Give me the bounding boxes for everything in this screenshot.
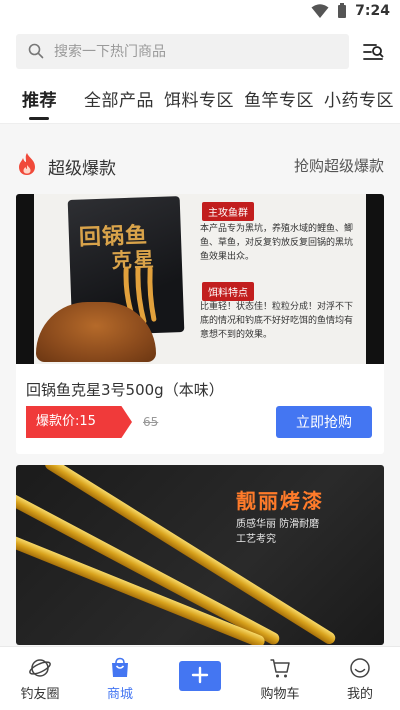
product-card[interactable]: 靓丽烤漆 质感华丽 防滑耐磨 工艺考究 bbox=[16, 465, 384, 645]
search-input[interactable] bbox=[54, 34, 339, 69]
section-header: 超级爆款 抢购超级爆款 bbox=[0, 144, 400, 184]
filter-search-icon[interactable] bbox=[362, 41, 384, 63]
fire-icon bbox=[19, 153, 35, 175]
rod-subtitle: 质感华丽 防滑耐磨 工艺考究 bbox=[236, 517, 319, 547]
info-tag: 主攻鱼群 bbox=[202, 202, 254, 221]
nav-label: 我的 bbox=[346, 687, 373, 702]
product-title[interactable]: 回锅鱼克星3号500g（本味） bbox=[26, 379, 224, 400]
rod-shape bbox=[16, 525, 267, 645]
search-box[interactable] bbox=[16, 34, 349, 69]
original-price: 65 bbox=[143, 415, 159, 429]
buy-now-button[interactable]: 立即抢购 bbox=[276, 406, 372, 438]
smiley-icon bbox=[350, 658, 370, 678]
tab-all-products[interactable]: 全部产品 bbox=[84, 86, 154, 111]
nav-item-profile[interactable]: 我的 bbox=[330, 647, 390, 710]
product-image-bg: 回锅鱼 克星 主攻鱼群 本产品专为黑坑，养殖水域的鲤鱼、鲫鱼、草鱼，对反复钓放反… bbox=[34, 194, 366, 364]
info-text: 本产品专为黑坑，养殖水域的鲤鱼、鲫鱼、草鱼，对反复钓放反复回锅的黑坑鱼效果出众。 bbox=[200, 224, 354, 262]
product-image[interactable]: 靓丽烤漆 质感华丽 防滑耐磨 工艺考究 bbox=[16, 465, 384, 645]
battery-icon bbox=[338, 3, 347, 18]
tab-additive-zone[interactable]: 小药专区 bbox=[324, 86, 394, 111]
product-image[interactable]: 回锅鱼 克星 主攻鱼群 本产品专为黑坑，养殖水域的鲤鱼、鲫鱼、草鱼，对反复钓放反… bbox=[16, 194, 384, 364]
planet-icon bbox=[29, 659, 51, 677]
info-text: 比重轻！状态佳！粒粒分成！对浮不下底的情况和钓底不好好吃饵的鱼情均有意想不到的效… bbox=[200, 302, 354, 340]
status-bar: 7:24 bbox=[0, 0, 400, 24]
section-more-link[interactable]: 抢购超级爆款 bbox=[294, 155, 384, 176]
nav-label: 钓友圈 bbox=[20, 687, 60, 702]
section-title: 超级爆款 bbox=[48, 159, 116, 179]
nav-item-cart[interactable]: 购物车 bbox=[250, 647, 310, 710]
bottom-nav: 钓友圈 商城 购物车 我的 bbox=[0, 646, 400, 710]
rod-slogan: 靓丽烤漆 bbox=[236, 489, 324, 513]
tab-bait-zone[interactable]: 饵料专区 bbox=[164, 86, 234, 111]
nav-item-mall[interactable]: 商城 bbox=[90, 647, 150, 710]
nav-label: 商城 bbox=[106, 687, 133, 702]
tab-rod-zone[interactable]: 鱼竿专区 bbox=[244, 86, 314, 111]
tab-indicator bbox=[29, 117, 49, 120]
plus-icon bbox=[191, 666, 209, 683]
search-icon bbox=[28, 43, 44, 59]
status-time: 7:24 bbox=[355, 3, 390, 19]
cart-icon bbox=[270, 659, 290, 678]
search-row bbox=[0, 34, 400, 70]
info-tag: 饵料特点 bbox=[202, 282, 254, 301]
rod-subtitle-line: 工艺考究 bbox=[236, 534, 276, 545]
shopping-bag-icon bbox=[112, 657, 128, 677]
add-post-button[interactable] bbox=[179, 661, 221, 691]
category-tabs: 推荐 全部产品 饵料专区 鱼竿专区 小药专区 bbox=[0, 86, 400, 122]
product-card[interactable]: 回锅鱼 克星 主攻鱼群 本产品专为黑坑，养殖水域的鲤鱼、鲫鱼、草鱼，对反复钓放反… bbox=[16, 194, 384, 454]
status-icons: 7:24 bbox=[311, 3, 390, 19]
price-tag: 爆款价:15 bbox=[26, 406, 132, 438]
tab-recommend[interactable]: 推荐 bbox=[22, 86, 57, 111]
nav-label: 购物车 bbox=[260, 687, 300, 702]
rod-subtitle-line: 质感华丽 防滑耐磨 bbox=[236, 519, 320, 530]
nav-item-friends-circle[interactable]: 钓友圈 bbox=[10, 647, 70, 710]
wifi-icon bbox=[311, 4, 329, 18]
